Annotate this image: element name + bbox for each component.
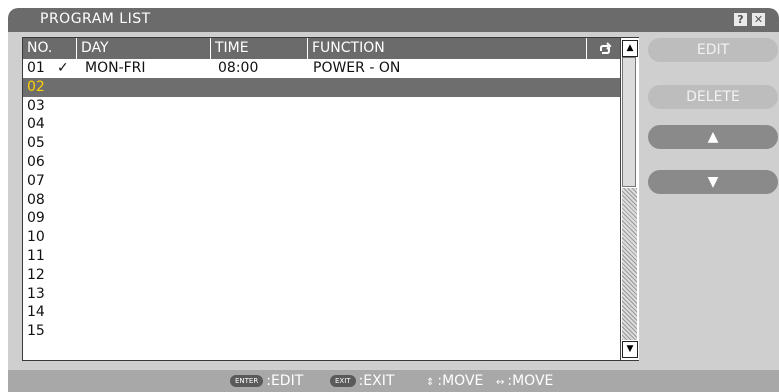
row-number: 14 (27, 304, 45, 321)
hint-move-vertical: ⇕:MOVE (426, 373, 483, 389)
scroll-down-icon[interactable]: ▼ (622, 341, 638, 358)
table-row[interactable]: 12 (23, 266, 620, 285)
row-enabled-check: ✓ (57, 60, 69, 76)
column-divider (210, 38, 211, 59)
title-bar: PROGRAM LIST ? ✕ (8, 8, 779, 32)
repeat-icon (600, 42, 612, 54)
scrollbar-thumb[interactable] (622, 57, 636, 187)
row-number: 15 (27, 323, 45, 340)
row-number: 10 (27, 229, 45, 246)
table-row[interactable]: 02 (23, 77, 620, 97)
hint-exit-label: :EXIT (358, 373, 395, 389)
move-down-button[interactable]: ▼ (648, 170, 778, 194)
table-row[interactable]: 04 (23, 115, 620, 134)
table-row[interactable]: 10 (23, 228, 620, 247)
column-header-no: NO. (27, 40, 53, 56)
table-row[interactable]: 08 (23, 191, 620, 210)
hint-enter-label: :EDIT (266, 373, 304, 389)
exit-key-icon: EXIT (330, 375, 356, 387)
updown-arrow-icon: ⇕ (426, 377, 435, 388)
table-row[interactable]: 09 (23, 209, 620, 228)
column-divider (76, 38, 77, 59)
table-row[interactable]: 15 (23, 322, 620, 341)
scroll-up-icon[interactable]: ▲ (622, 40, 638, 57)
row-number: 11 (27, 247, 45, 264)
row-number: 13 (27, 285, 45, 302)
row-number: 12 (27, 266, 45, 283)
edit-button[interactable]: EDIT (648, 38, 778, 62)
hint-move-vertical-label: :MOVE (437, 373, 484, 389)
column-header-day: DAY (81, 40, 109, 56)
row-number: 06 (27, 153, 45, 170)
row-number: 07 (27, 172, 45, 189)
table-row[interactable]: 01 ✓ MON-FRI 08:00 POWER - ON (23, 59, 620, 78)
row-number: 01 (27, 60, 45, 76)
key-hints-bar: ENTER:EDIT EXIT:EXIT ⇕:MOVE ↔:MOVE (8, 370, 779, 392)
program-rows: 01 ✓ MON-FRI 08:00 POWER - ON 02 03 04 05 06 07 08 0… (23, 59, 620, 341)
hint-enter: ENTER:EDIT (230, 373, 303, 389)
row-number: 09 (27, 210, 45, 227)
column-header-function: FUNCTION (312, 40, 385, 56)
move-up-button[interactable]: ▲ (648, 125, 778, 149)
hint-move-horizontal: ↔:MOVE (496, 373, 553, 389)
help-icon[interactable]: ? (734, 13, 747, 26)
close-icon[interactable]: ✕ (752, 13, 765, 26)
row-number: 08 (27, 191, 45, 208)
row-time: 08:00 (218, 60, 259, 76)
row-number: 04 (27, 116, 45, 133)
window-title: PROGRAM LIST (40, 11, 151, 27)
row-function: POWER - ON (313, 60, 401, 76)
vertical-scrollbar[interactable]: ▲ ▼ (620, 38, 639, 360)
table-row[interactable]: 03 (23, 97, 620, 116)
row-number: 02 (27, 78, 45, 95)
column-header-time: TIME (215, 40, 249, 56)
table-header: NO. DAY TIME FUNCTION (23, 38, 620, 59)
table-row[interactable]: 11 (23, 247, 620, 266)
hint-move-horizontal-label: :MOVE (507, 373, 554, 389)
row-number: 05 (27, 135, 45, 152)
program-list-window: PROGRAM LIST ? ✕ NO. DAY TIME FUNCTION 0… (8, 8, 779, 392)
leftright-arrow-icon: ↔ (496, 377, 505, 388)
enter-key-icon: ENTER (230, 375, 264, 387)
scrollbar-track[interactable] (622, 188, 637, 340)
column-divider (307, 38, 308, 59)
row-number: 03 (27, 97, 45, 114)
column-divider (586, 38, 587, 59)
hint-exit: EXIT:EXIT (330, 373, 394, 389)
table-row[interactable]: 13 (23, 285, 620, 304)
delete-button[interactable]: DELETE (648, 85, 778, 109)
table-row[interactable]: 06 (23, 153, 620, 172)
table-row[interactable]: 05 (23, 134, 620, 153)
table-row[interactable]: 07 (23, 172, 620, 191)
row-day: MON-FRI (85, 60, 146, 76)
program-list-table: NO. DAY TIME FUNCTION 01 ✓ MON-FRI 08:00 POW… (22, 37, 639, 361)
table-row[interactable]: 14 (23, 303, 620, 322)
